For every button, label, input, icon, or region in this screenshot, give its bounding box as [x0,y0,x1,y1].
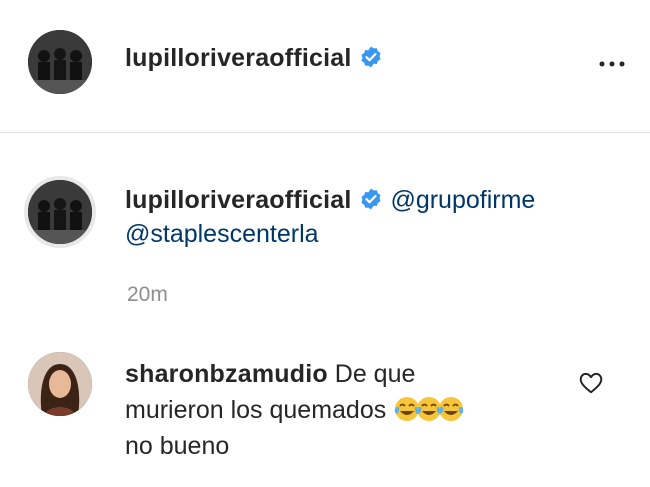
author-avatar[interactable] [28,30,92,94]
caption-text: lupilloriveraofficial @grupofirme @stapl… [125,183,625,251]
verified-badge-icon [361,188,381,210]
like-comment-button[interactable] [578,370,606,398]
more-options-button[interactable] [594,50,630,76]
profile-photo-icon [28,352,92,416]
comment-body: De que [334,360,416,388]
instagram-post-page: lupilloriveraofficial lupilloriveraoffic… [0,0,650,487]
verified-badge-icon [361,46,381,68]
commenter-avatar[interactable] [28,352,92,416]
face-with-tears-of-joy-icon [438,397,464,421]
caption-author-username[interactable]: lupilloriveraofficial [125,186,351,214]
post-author-username[interactable]: lupilloriveraofficial [125,44,383,73]
mention-link[interactable]: @grupofirme [390,186,535,214]
heart-outline-icon [579,372,603,394]
more-horizontal-icon [599,61,625,67]
username-text[interactable]: lupilloriveraofficial [125,44,351,72]
comment-body: murieron los quemados [125,396,387,424]
caption-author-avatar[interactable] [24,176,96,248]
comment-text: sharonbzamudio De que murieron los quema… [125,356,565,464]
mention-link[interactable]: @staplescenterla [125,220,319,248]
commenter-username[interactable]: sharonbzamudio [125,360,328,388]
group-photo-icon [28,30,92,94]
comment-body: no bueno [125,432,230,460]
group-photo-icon [28,180,92,244]
emoji-group [393,396,464,424]
post-timestamp[interactable]: 20m [127,283,168,307]
post-header: lupilloriveraofficial [0,0,650,133]
